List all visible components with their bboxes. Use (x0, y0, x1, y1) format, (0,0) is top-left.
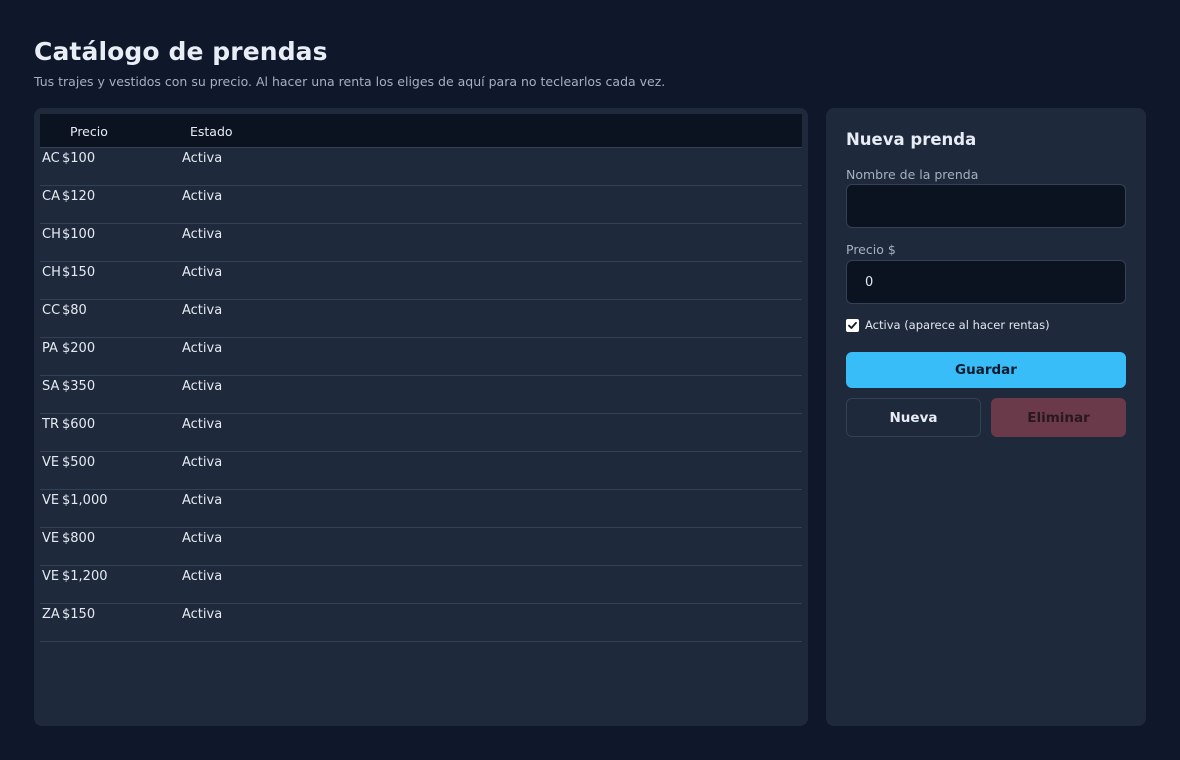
delete-button[interactable]: Eliminar (991, 398, 1126, 437)
name-field-label: Nombre de la prenda (846, 167, 979, 182)
table-row[interactable]: CC $80 Activa (40, 300, 802, 338)
garment-list-panel: Precio Estado AC $100 Activa CA $120 Activa CH… (34, 108, 808, 726)
garment-price: $800 (62, 531, 96, 546)
garment-name: CH (42, 265, 60, 280)
garment-name: CH (42, 227, 60, 242)
garment-price: $200 (62, 341, 96, 356)
garment-price: $150 (62, 265, 96, 280)
table-row[interactable]: CH $150 Activa (40, 262, 802, 300)
garment-status: Activa (182, 379, 223, 394)
garment-name: AC (42, 151, 60, 166)
garment-status: Activa (182, 417, 223, 432)
column-header-precio[interactable]: Precio (70, 124, 108, 139)
garment-status: Activa (182, 341, 223, 356)
table-row[interactable]: VE $500 Activa (40, 452, 802, 490)
garment-price: $100 (62, 151, 96, 166)
price-field[interactable] (846, 260, 1126, 304)
garment-status: Activa (182, 569, 223, 584)
garment-rows: AC $100 Activa CA $120 Activa CH $100 Activa CH $1… (40, 148, 802, 642)
form-title: Nueva prenda (846, 130, 977, 149)
garment-status: Activa (182, 607, 223, 622)
garment-price: $80 (62, 303, 87, 318)
garment-status: Activa (182, 151, 223, 166)
garment-price: $600 (62, 417, 96, 432)
table-row[interactable]: TR $600 Activa (40, 414, 802, 452)
price-field-label: Precio $ (846, 242, 896, 257)
garment-price: $1,000 (62, 493, 108, 508)
save-button[interactable]: Guardar (846, 352, 1126, 388)
garment-name: SA (42, 379, 60, 394)
garment-price: $350 (62, 379, 96, 394)
active-checkbox-row[interactable]: Activa (aparece al hacer rentas) (846, 318, 1050, 332)
table-header: Precio Estado (40, 114, 802, 148)
garment-name: PA (42, 341, 58, 356)
garment-price: $120 (62, 189, 96, 204)
table-row[interactable]: ZA $150 Activa (40, 604, 802, 642)
table-row[interactable]: AC $100 Activa (40, 148, 802, 186)
new-button[interactable]: Nueva (846, 398, 981, 437)
garment-status: Activa (182, 265, 223, 280)
garment-price: $150 (62, 607, 96, 622)
active-checkbox-label: Activa (aparece al hacer rentas) (865, 318, 1050, 332)
table-row[interactable]: PA $200 Activa (40, 338, 802, 376)
garment-price: $500 (62, 455, 96, 470)
checkmark-icon (848, 321, 857, 329)
garment-name: TR (42, 417, 59, 432)
garment-status: Activa (182, 493, 223, 508)
table-row[interactable]: CH $100 Activa (40, 224, 802, 262)
garment-form-panel: Nueva prenda Nombre de la prenda Precio … (826, 108, 1146, 726)
garment-status: Activa (182, 189, 223, 204)
table-row[interactable]: VE $1,000 Activa (40, 490, 802, 528)
page-title: Catálogo de prendas (34, 37, 328, 66)
page-subtitle: Tus trajes y vestidos con su precio. Al … (34, 74, 666, 89)
name-field[interactable] (846, 184, 1126, 228)
table-row[interactable]: CA $120 Activa (40, 186, 802, 224)
garment-name: VE (42, 569, 60, 584)
garment-name: VE (42, 455, 60, 470)
column-header-estado[interactable]: Estado (190, 124, 233, 139)
garment-status: Activa (182, 227, 223, 242)
garment-name: CA (42, 189, 60, 204)
garment-price: $1,200 (62, 569, 108, 584)
garment-name: CC (42, 303, 60, 318)
garment-name: VE (42, 531, 60, 546)
garment-name: VE (42, 493, 60, 508)
garment-status: Activa (182, 531, 223, 546)
table-row[interactable]: VE $1,200 Activa (40, 566, 802, 604)
garment-status: Activa (182, 303, 223, 318)
garment-status: Activa (182, 455, 223, 470)
table-row[interactable]: VE $800 Activa (40, 528, 802, 566)
garment-price: $100 (62, 227, 96, 242)
table-row[interactable]: SA $350 Activa (40, 376, 802, 414)
active-checkbox[interactable] (846, 318, 859, 332)
garment-name: ZA (42, 607, 60, 622)
